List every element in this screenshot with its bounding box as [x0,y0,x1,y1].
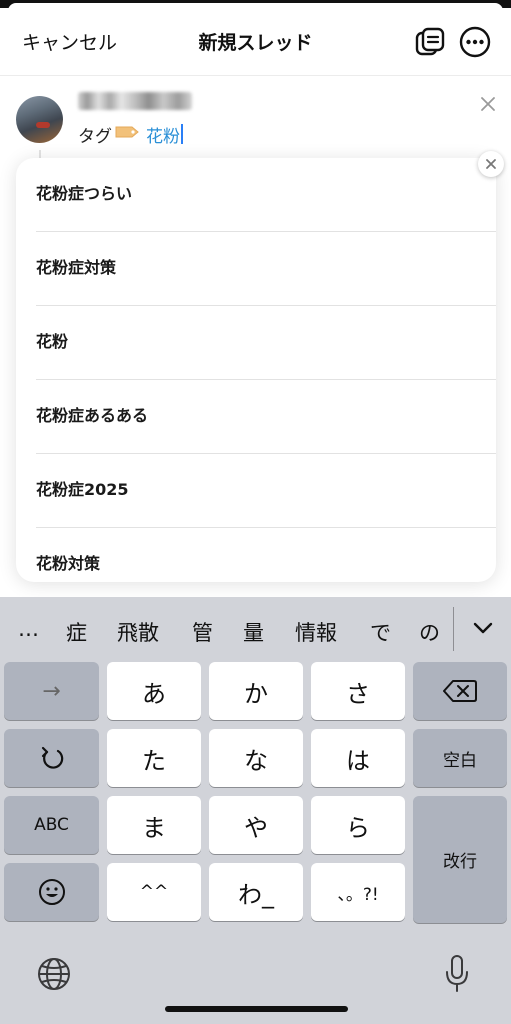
more-icon[interactable] [458,25,492,59]
key-ma[interactable]: ま [107,796,201,854]
emoji-icon [38,879,65,905]
suggestion-label: 花粉対策 [36,554,101,573]
enter-key[interactable]: 改行 [413,796,507,923]
suggestion-label: 花粉症あるある [36,406,149,425]
candidate-divider [453,607,454,651]
globe-icon[interactable] [36,956,72,992]
key-ra[interactable]: ら [311,796,405,854]
username [78,92,192,110]
candidate-item[interactable]: 管 [192,617,213,647]
key-ta[interactable]: た [107,729,201,787]
keyboard: … 症 飛散 管 量 情報 で の → あ か さ た な は 空白 ABC ま… [0,597,511,1024]
candidate-item[interactable]: 量 [243,617,264,647]
drafts-icon[interactable] [414,26,446,58]
suggestion-item[interactable]: 花粉症対策 [36,232,496,306]
close-icon[interactable] [478,94,498,114]
undo-key[interactable] [4,729,99,787]
delete-key[interactable] [413,662,507,720]
delete-icon [443,680,477,702]
tag-label: タグ [78,126,112,147]
abc-key[interactable]: ABC [4,796,99,854]
emoji-key[interactable] [4,863,99,921]
avatar [16,96,63,143]
suggestion-item[interactable]: 花粉症つらい [36,158,496,232]
key-label: → [42,678,61,704]
suggestion-item[interactable]: 花粉対策 [36,528,496,582]
key-ka[interactable]: か [209,662,303,720]
key-ha[interactable]: は [311,729,405,787]
key-na[interactable]: な [209,729,303,787]
suggestion-item[interactable]: 花粉 [36,306,496,380]
key-a[interactable]: あ [107,662,201,720]
tag-icon [115,124,139,144]
tag-suggestions: 花粉症つらい 花粉症対策 花粉 花粉症あるある 花粉症2025 花粉対策 [16,158,496,582]
tag-input[interactable]: 花粉 [146,122,180,147]
status-bar [0,0,511,11]
compose-text[interactable]: タグ 花粉 [78,122,183,147]
close-icon[interactable] [478,151,504,177]
next-char-key[interactable]: → [4,662,99,720]
text-caret [181,124,183,144]
candidate-item[interactable]: の [419,617,440,647]
candidate-bar: … 症 飛散 管 量 情報 で の [0,597,511,663]
suggestion-item[interactable]: 花粉症あるある [36,380,496,454]
key-ya[interactable]: や [209,796,303,854]
undo-icon [41,746,63,769]
candidate-item[interactable]: 飛散 [117,617,159,647]
key-wa[interactable]: わ_ [209,863,303,921]
microphone-icon[interactable] [443,954,471,994]
suggestion-label: 花粉症対策 [36,258,117,277]
header: キャンセル 新規スレッド [0,8,511,76]
punctuation-key[interactable]: 、。?! [311,863,405,921]
candidate-item[interactable]: で [370,617,391,647]
chevron-down-icon[interactable] [468,613,498,643]
suggestion-label: 花粉症つらい [36,184,133,203]
kaomoji-key[interactable]: ^^ [107,863,201,921]
suggestion-label: 花粉症2025 [36,480,129,499]
key-sa[interactable]: さ [311,662,405,720]
suggestion-item[interactable]: 花粉症2025 [36,454,496,528]
candidate-item[interactable]: … [18,617,39,641]
suggestion-label: 花粉 [36,332,69,351]
candidate-item[interactable]: 情報 [295,617,337,647]
candidate-item[interactable]: 症 [66,617,87,647]
home-indicator [165,1006,348,1012]
space-key[interactable]: 空白 [413,729,507,787]
